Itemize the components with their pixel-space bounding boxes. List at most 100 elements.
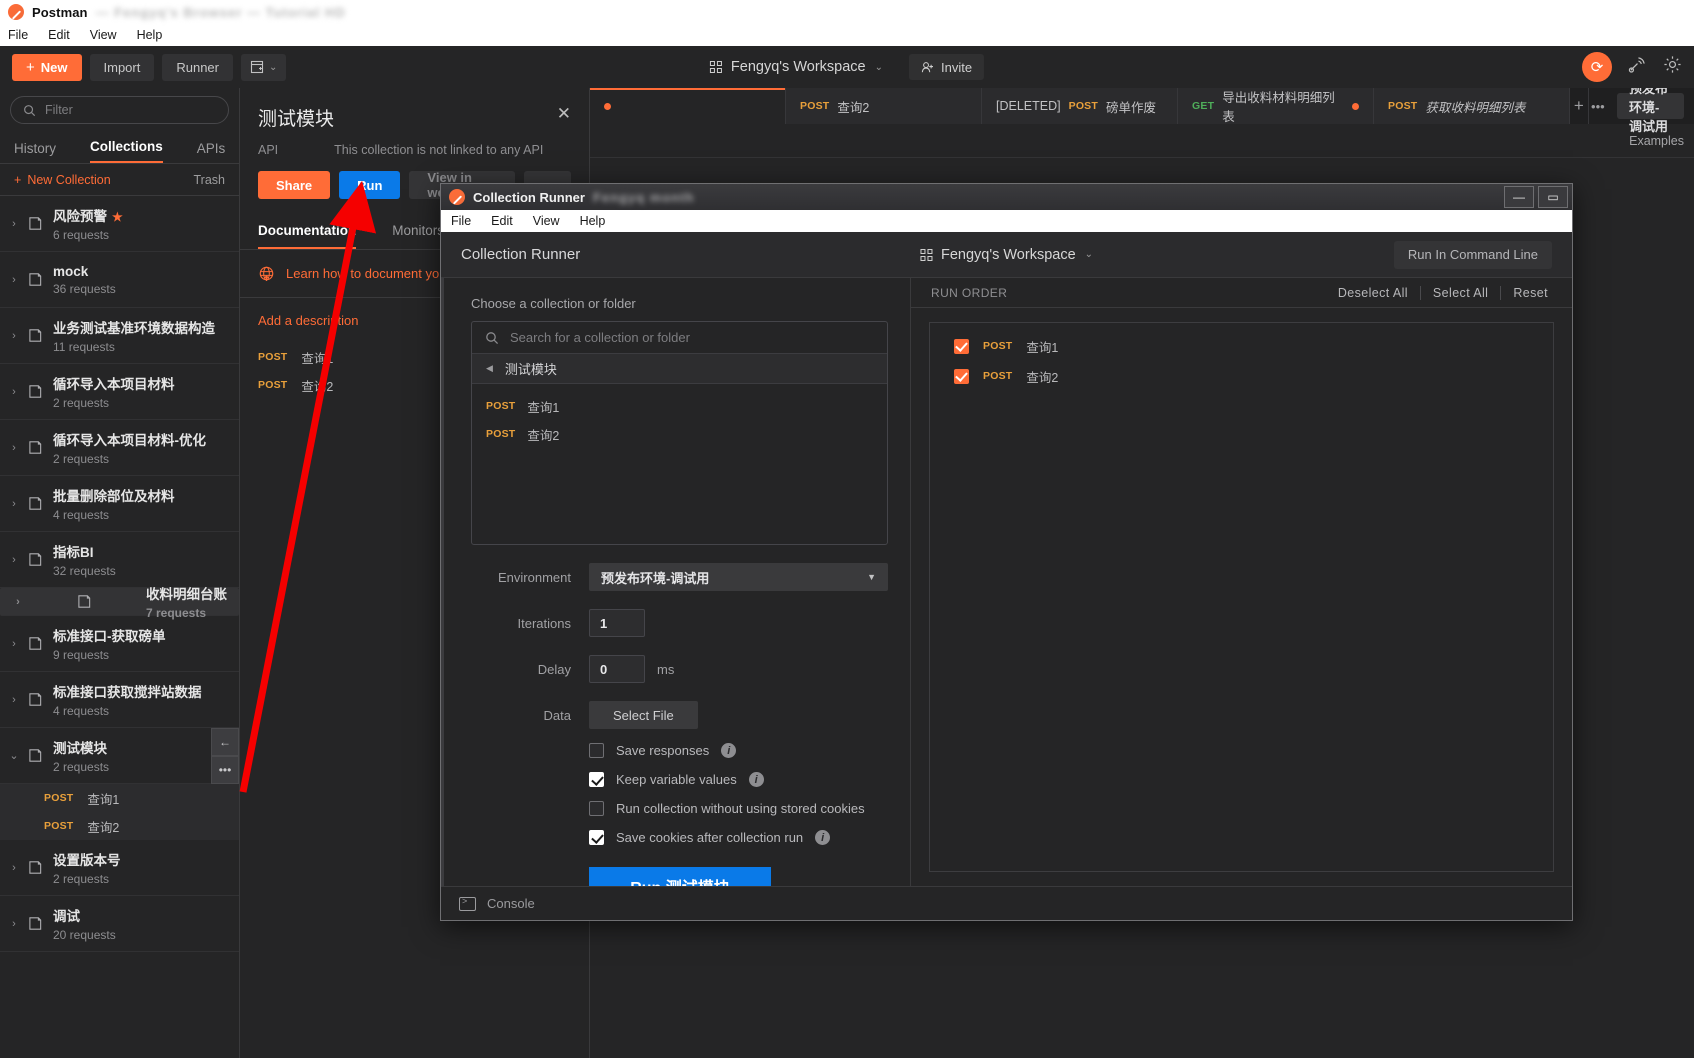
chevron-right-icon[interactable]: › xyxy=(12,596,24,608)
search-input[interactable]: Filter xyxy=(10,96,229,124)
chevron-right-icon[interactable]: › xyxy=(8,862,20,874)
collection-item[interactable]: › 设置版本号 2 requests xyxy=(0,840,239,896)
runner-workspace-selector[interactable]: Fengyq's Workspace ⌄ xyxy=(919,247,1093,263)
environment-selector[interactable]: 预发布环境-调试用 xyxy=(1607,88,1694,134)
gear-icon[interactable] xyxy=(1663,55,1682,79)
run-order-item[interactable]: POST 查询2 xyxy=(930,361,1553,391)
tab-documentation[interactable]: Documentation xyxy=(258,223,357,249)
deselect-all-button[interactable]: Deselect All xyxy=(1326,285,1421,300)
runner-menu-edit[interactable]: Edit xyxy=(491,214,513,228)
chevron-right-icon[interactable]: › xyxy=(8,554,20,566)
collection-item[interactable]: ⌄ 测试模块 2 requests ← ••• xyxy=(0,728,239,784)
satellite-icon[interactable] xyxy=(1628,55,1647,79)
chevron-right-icon[interactable]: › xyxy=(8,274,20,286)
collection-item[interactable]: › 调试 20 requests xyxy=(0,896,239,952)
select-file-button[interactable]: Select File xyxy=(589,701,698,729)
chevron-right-icon[interactable]: › xyxy=(8,442,20,454)
tab-monitors[interactable]: Monitors xyxy=(392,223,444,249)
collection-request-count: 6 requests xyxy=(53,228,110,242)
checkbox[interactable] xyxy=(954,368,969,384)
chevron-right-icon[interactable]: › xyxy=(8,498,20,510)
maximize-icon[interactable]: ▭ xyxy=(1538,186,1568,208)
info-icon[interactable]: i xyxy=(721,743,737,758)
chevron-right-icon[interactable]: › xyxy=(8,330,20,342)
chevron-right-icon[interactable]: › xyxy=(8,218,20,230)
collection-search-input[interactable]: Search for a collection or folder xyxy=(472,322,887,354)
info-icon[interactable]: i xyxy=(815,830,831,845)
collection-item[interactable]: › mock 36 requests xyxy=(0,252,239,308)
console-button[interactable]: Console xyxy=(441,886,1572,920)
menu-file[interactable]: File xyxy=(8,28,28,42)
run-order-item[interactable]: POST 查询1 xyxy=(930,331,1553,361)
chevron-right-icon[interactable]: › xyxy=(8,386,20,398)
runner-menu-help[interactable]: Help xyxy=(580,214,606,228)
tab-more-button[interactable]: ••• xyxy=(1589,88,1607,124)
runner-button[interactable]: Runner xyxy=(162,53,233,81)
collection-item[interactable]: › 批量删除部位及材料 4 requests xyxy=(0,476,239,532)
info-icon[interactable]: i xyxy=(748,772,764,787)
iterations-input[interactable]: 1 xyxy=(589,609,645,637)
menu-help[interactable]: Help xyxy=(137,28,163,42)
environment-value: 预发布环境-调试用 xyxy=(601,570,710,586)
collection-item[interactable]: › 标准接口-获取磅单 9 requests xyxy=(0,616,239,672)
new-window-button[interactable]: ⌄ xyxy=(240,53,287,81)
checkbox[interactable] xyxy=(589,830,604,845)
collection-item[interactable]: › 风险预警 ★ 6 requests xyxy=(0,196,239,252)
workspace-selector[interactable]: Fengyq's Workspace ⌄ xyxy=(709,59,883,75)
close-icon[interactable]: ✕ xyxy=(557,104,571,131)
select-all-button[interactable]: Select All xyxy=(1421,285,1502,300)
runner-menu-view[interactable]: View xyxy=(533,214,560,228)
invite-button[interactable]: Invite xyxy=(908,54,985,80)
request-item[interactable]: POST 查询1 xyxy=(0,784,239,812)
checkbox[interactable] xyxy=(589,801,604,816)
sync-icon[interactable]: ⟳ xyxy=(1582,52,1612,82)
request-tab[interactable]: [DELETED] POST 磅单作废 xyxy=(982,88,1178,124)
checkbox[interactable] xyxy=(589,772,604,787)
checkbox[interactable] xyxy=(954,338,969,354)
collection-item[interactable]: › 业务测试基准环境数据构造 11 requests xyxy=(0,308,239,364)
collection-item[interactable]: › 标准接口获取搅拌站数据 4 requests xyxy=(0,672,239,728)
collection-item[interactable]: › 循环导入本项目材料 2 requests xyxy=(0,364,239,420)
import-button[interactable]: Import xyxy=(89,53,155,81)
examples-label[interactable]: Examples xyxy=(1629,134,1684,148)
collapse-icon[interactable]: ← xyxy=(211,728,239,756)
picker-request-item[interactable]: POST 查询2 xyxy=(472,420,887,448)
runner-menu-file[interactable]: File xyxy=(451,214,471,228)
chevron-right-icon[interactable]: › xyxy=(8,638,20,650)
request-tab[interactable]: POST 查询2 xyxy=(786,88,982,124)
request-tab[interactable]: GET 导出收料材料明细列表 xyxy=(1178,88,1374,124)
reset-button[interactable]: Reset xyxy=(1501,286,1552,300)
tab-apis[interactable]: APIs xyxy=(197,141,226,163)
request-tab[interactable]: POST 获取收料明细列表 xyxy=(1374,88,1570,124)
tab-history[interactable]: History xyxy=(14,141,56,163)
chevron-right-icon[interactable]: › xyxy=(8,918,20,930)
new-button[interactable]: + New xyxy=(12,53,82,81)
collection-item[interactable]: › 循环导入本项目材料-优化 2 requests xyxy=(0,420,239,476)
scrollbar[interactable] xyxy=(441,278,444,886)
environment-select[interactable]: 预发布环境-调试用 ▼ xyxy=(589,563,888,591)
add-tab-button[interactable]: + xyxy=(1570,88,1589,124)
run-button[interactable]: Run xyxy=(339,171,401,199)
share-button[interactable]: Share xyxy=(258,171,331,199)
postman-toolbar: + New Import Runner ⌄ Fengyq's Workspace… xyxy=(0,46,1694,88)
collection-item[interactable]: › 收料明细台账 7 requests xyxy=(0,587,239,620)
run-collection-button[interactable]: Run 测试模块 xyxy=(589,867,771,886)
request-item[interactable]: POST 查询2 xyxy=(0,812,239,840)
trash-button[interactable]: Trash xyxy=(194,173,226,187)
run-in-command-line-button[interactable]: Run In Command Line xyxy=(1393,240,1552,269)
menu-edit[interactable]: Edit xyxy=(48,28,70,42)
request-tab[interactable] xyxy=(590,88,786,124)
picker-request-item[interactable]: POST 查询1 xyxy=(472,392,887,420)
menu-view[interactable]: View xyxy=(90,28,117,42)
delay-input[interactable]: 0 xyxy=(589,655,645,683)
search-icon xyxy=(24,104,36,116)
chevron-down-icon[interactable]: ⌄ xyxy=(8,749,20,762)
collection-item[interactable]: › 指标BI 32 requests xyxy=(0,532,239,588)
more-options-icon[interactable]: ••• xyxy=(211,756,239,784)
breadcrumb[interactable]: ◀ 测试模块 xyxy=(472,354,887,384)
minimize-icon[interactable]: — xyxy=(1504,186,1534,208)
new-collection-button[interactable]: + New Collection xyxy=(14,173,111,187)
chevron-right-icon[interactable]: › xyxy=(8,694,20,706)
checkbox[interactable] xyxy=(589,743,604,758)
tab-collections[interactable]: Collections xyxy=(90,139,163,163)
